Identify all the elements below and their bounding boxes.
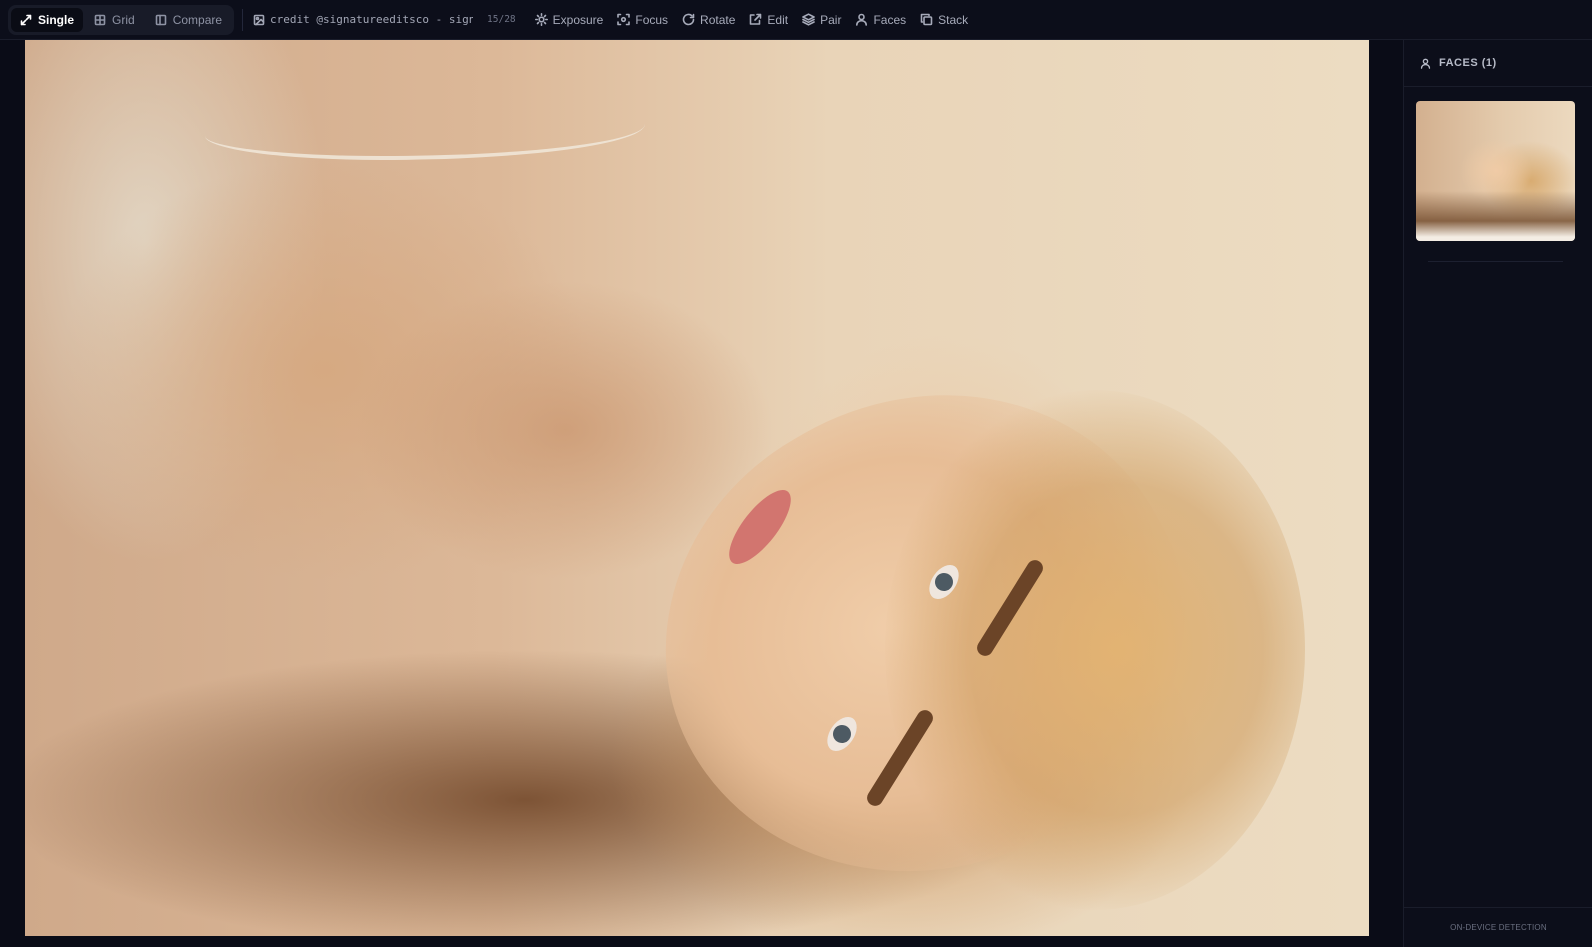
rotate-button[interactable]: Rotate — [675, 7, 742, 33]
stack-button[interactable]: Stack — [913, 7, 975, 33]
image-icon — [253, 14, 265, 26]
exposure-button[interactable]: Exposure — [528, 7, 611, 33]
rotate-label: Rotate — [700, 12, 736, 27]
pair-label: Pair — [820, 12, 842, 27]
columns-icon — [155, 14, 167, 26]
photo-detail-strap — [205, 100, 645, 160]
focus-icon — [617, 13, 631, 26]
single-view-button[interactable]: Single — [11, 7, 84, 32]
edit-button[interactable]: Edit — [742, 7, 795, 33]
focus-label: Focus — [635, 12, 669, 27]
grid-view-button[interactable]: Grid — [85, 8, 144, 32]
face-thumbnail-divider — [1428, 261, 1563, 262]
faces-title: FACES (1) — [1439, 57, 1497, 69]
faces-button[interactable]: Faces — [848, 7, 913, 33]
toolbar-divider — [242, 8, 244, 31]
focus-button[interactable]: Focus — [610, 7, 675, 33]
single-view-label: Single — [38, 12, 75, 27]
pair-button[interactable]: Pair — [795, 7, 848, 33]
compare-view-label: Compare — [172, 12, 223, 27]
edit-label: Edit — [767, 12, 789, 27]
user-icon — [1420, 58, 1431, 69]
face-thumbnail[interactable] — [1416, 101, 1575, 241]
expand-icon — [20, 14, 32, 26]
photo-detail-hair — [885, 390, 1305, 910]
view-mode-switcher: Single Grid Compare — [8, 4, 235, 35]
grid-view-label: Grid — [112, 12, 135, 27]
main-photo[interactable] — [25, 40, 1369, 936]
rotate-icon — [682, 13, 695, 26]
faces-sidebar: FACES (1) ON-DEVICE DETECTION — [1403, 40, 1592, 947]
top-toolbar: Single Grid Compare credit @signatureedi… — [0, 0, 1592, 40]
detection-note: ON-DEVICE DETECTION — [1450, 923, 1547, 932]
stack-label: Stack — [938, 12, 969, 27]
grid-icon — [94, 14, 106, 26]
file-name-text: credit @signatureeditsco - signa… — [270, 13, 474, 26]
layers-icon — [802, 13, 815, 26]
exposure-label: Exposure — [552, 12, 604, 27]
image-counter: 15/28 — [487, 14, 516, 25]
sidebar-footer: ON-DEVICE DETECTION — [1404, 907, 1592, 947]
faces-header: FACES (1) — [1404, 40, 1592, 87]
user-icon — [855, 13, 868, 26]
copy-icon — [920, 13, 933, 26]
sun-icon — [534, 13, 548, 26]
compare-view-button[interactable]: Compare — [146, 8, 231, 32]
face-thumbnail-detail — [1416, 191, 1575, 241]
external-edit-icon — [749, 13, 762, 26]
faces-label: Faces — [873, 12, 907, 27]
file-name: credit @signatureeditsco - signa… — [253, 13, 473, 26]
image-viewer[interactable] — [0, 40, 1403, 947]
